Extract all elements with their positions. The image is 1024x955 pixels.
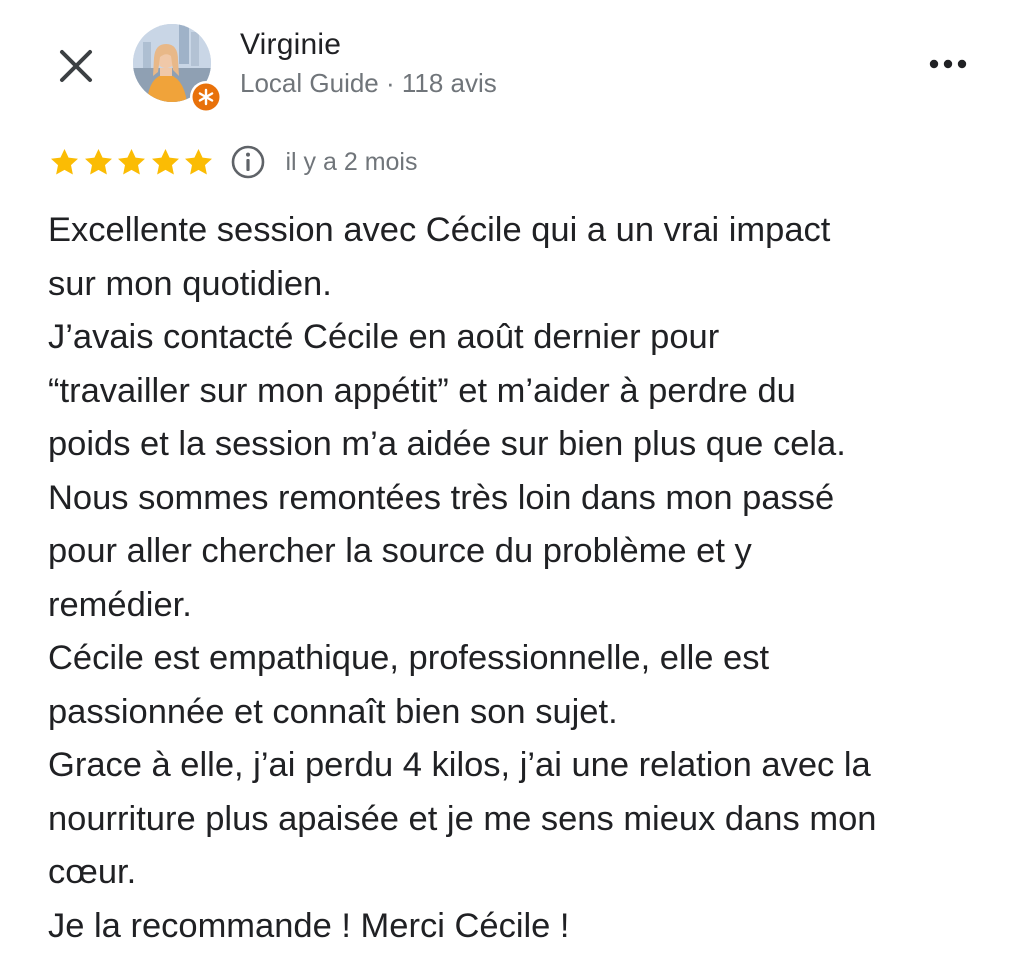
review-text-line: cœur. <box>48 853 137 891</box>
rating-row: il y a 2 mois <box>48 140 417 184</box>
user-name[interactable]: Virginie <box>240 28 341 62</box>
more-options-icon[interactable] <box>920 44 976 84</box>
close-icon[interactable] <box>52 42 100 90</box>
review-body: Excellente session avec Cécile qui a un … <box>48 204 988 953</box>
star-icon <box>48 146 81 179</box>
star-icon <box>82 146 115 179</box>
review-text-line: pour aller chercher la source du problèm… <box>48 532 752 570</box>
review-date: il y a 2 mois <box>285 147 418 176</box>
star-icon <box>182 146 215 179</box>
review-text-line: sur mon quotidien. <box>48 264 332 303</box>
avatar-container[interactable] <box>133 24 223 114</box>
review-text-line: Nous sommes remontées très loin dans mon… <box>48 478 835 517</box>
review-text-line: “travailler sur mon appétit” et m’aider … <box>48 371 796 410</box>
user-meta: Local Guide · 118 avis <box>240 68 497 98</box>
review-text-line: nourriture plus apaisée et je me sens mi… <box>48 799 877 838</box>
review-text-line: remédier. <box>48 585 192 624</box>
star-icon <box>115 146 148 179</box>
review-text-line: Grace à elle, j’ai perdu 4 kilos, j’ai u… <box>48 746 871 784</box>
review-text-line: passionnée et connaît bien son sujet. <box>48 692 618 731</box>
review-text-line: poids et la session m’a aidée sur bien p… <box>48 425 846 463</box>
star-rating <box>48 146 216 179</box>
review-text-line: Je la recommande ! Merci Cécile ! <box>48 906 570 945</box>
review-text-line: Excellente session avec Cécile qui a un … <box>48 211 831 249</box>
star-icon <box>149 146 182 179</box>
info-icon[interactable] <box>230 144 266 180</box>
local-guide-badge-icon <box>189 80 223 114</box>
review-detail-page: Virginie Local Guide · 118 avis il y a 2… <box>0 0 1024 955</box>
review-text-line: J’avais contacté Cécile en août dernier … <box>48 318 720 356</box>
review-text-line: Cécile est empathique, professionnelle, … <box>48 639 770 677</box>
